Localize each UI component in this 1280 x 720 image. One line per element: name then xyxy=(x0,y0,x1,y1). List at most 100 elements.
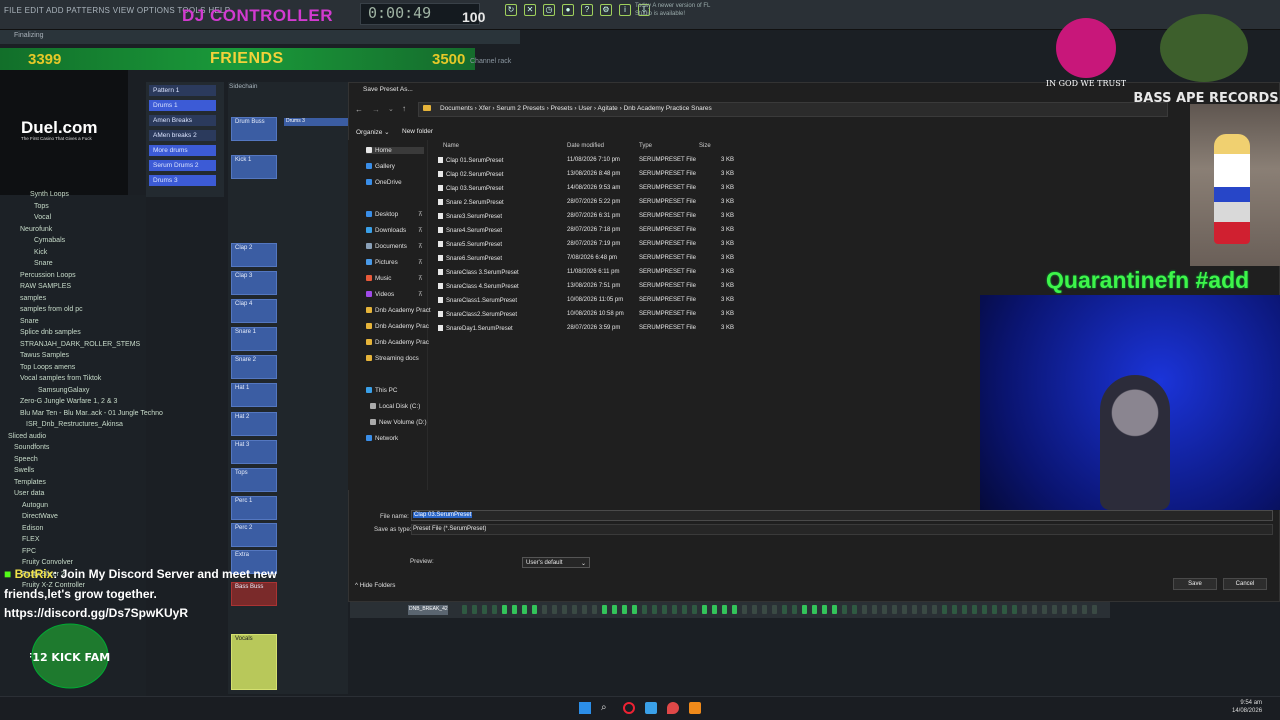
nav-item-home[interactable]: Home xyxy=(366,147,424,154)
nav-pc-item[interactable]: Network xyxy=(366,435,398,442)
step-button[interactable] xyxy=(892,605,897,614)
browser-item[interactable]: Snare xyxy=(20,318,39,325)
file-row[interactable]: Snare 2.SerumPreset 28/07/2026 5:22 pm SER… xyxy=(436,197,756,210)
nav-pinned-item[interactable]: Music ⊼ xyxy=(366,275,423,282)
pin-icon[interactable] xyxy=(667,702,679,714)
nav-pinned-item[interactable]: Dnb Academy Prac xyxy=(366,339,429,346)
step-button[interactable] xyxy=(812,605,817,614)
step-button[interactable] xyxy=(1012,605,1017,614)
step-button[interactable] xyxy=(462,605,467,614)
file-row[interactable]: SnareClass1.SerumPreset 10/08/2026 11:05 … xyxy=(436,295,756,308)
breadcrumb-item[interactable]: Xfer xyxy=(479,105,491,112)
browser-item[interactable]: Sliced audio xyxy=(8,433,46,440)
step-button[interactable] xyxy=(992,605,997,614)
browser-item[interactable]: Neurofunk xyxy=(20,226,52,233)
info-icon[interactable]: i xyxy=(619,4,631,16)
step-button[interactable] xyxy=(832,605,837,614)
step-button[interactable] xyxy=(732,605,737,614)
step-button[interactable] xyxy=(972,605,977,614)
file-row[interactable]: SnareDay1.SerumPreset 28/07/2026 3:59 pm S… xyxy=(436,323,756,336)
windows-start-icon[interactable] xyxy=(579,702,591,714)
cross-icon[interactable]: ✕ xyxy=(524,4,536,16)
nav-item-gallery[interactable]: Gallery xyxy=(366,163,395,170)
track-header[interactable]: Snare 2 xyxy=(231,355,277,379)
breadcrumb-item[interactable]: User xyxy=(578,105,592,112)
step-button[interactable] xyxy=(612,605,617,614)
browser-item[interactable]: samples from old pc xyxy=(20,306,83,313)
browser-item[interactable]: Fruity Convolver xyxy=(22,559,73,566)
browser-item[interactable]: ISR_Dnb_Restructures_Akinsa xyxy=(26,421,123,428)
step-button[interactable] xyxy=(692,605,697,614)
browser-item[interactable]: FLEX xyxy=(22,536,40,543)
song-time[interactable]: 0:00:49 xyxy=(368,4,431,22)
step-button[interactable] xyxy=(952,605,957,614)
browser-item[interactable]: Tops xyxy=(34,203,49,210)
nav-pinned-item[interactable]: Dnb Academy Prac xyxy=(366,323,429,330)
track-header[interactable]: Bass Buss xyxy=(231,582,277,606)
nav-item-onedrive[interactable]: OneDrive xyxy=(366,179,402,186)
forward-icon[interactable]: → xyxy=(372,105,380,114)
track-header[interactable]: Snare 1 xyxy=(231,327,277,351)
browser-item[interactable]: Cymabals xyxy=(34,237,65,244)
step-button[interactable] xyxy=(472,605,477,614)
browser-item[interactable]: Vocal samples from Tiktok xyxy=(20,375,101,382)
help-icon[interactable]: ? xyxy=(581,4,593,16)
mic-icon[interactable]: ● xyxy=(562,4,574,16)
cancel-button[interactable]: Cancel xyxy=(1223,578,1267,590)
step-button[interactable] xyxy=(852,605,857,614)
step-button[interactable] xyxy=(1032,605,1037,614)
step-button[interactable] xyxy=(1082,605,1087,614)
pattern-item[interactable]: More drums xyxy=(149,145,216,156)
step-button[interactable] xyxy=(982,605,987,614)
browser-item[interactable]: samples xyxy=(20,295,46,302)
track-header[interactable]: Kick 1 xyxy=(231,155,277,179)
recent-chevron-icon[interactable]: ⌄ xyxy=(388,105,394,113)
step-button[interactable] xyxy=(522,605,527,614)
step-button[interactable] xyxy=(662,605,667,614)
step-button[interactable] xyxy=(632,605,637,614)
browser-item[interactable]: RAW SAMPLES xyxy=(20,283,71,290)
step-button[interactable] xyxy=(882,605,887,614)
browser-item[interactable]: FPC xyxy=(22,548,36,555)
column-size[interactable]: Size xyxy=(699,143,711,149)
tempo-display[interactable]: 100 xyxy=(462,9,485,25)
nav-pinned-item[interactable]: Documents ⊼ xyxy=(366,243,423,250)
step-button[interactable] xyxy=(482,605,487,614)
nav-pinned-item[interactable]: Streaming docs xyxy=(366,355,419,362)
step-button[interactable] xyxy=(602,605,607,614)
column-date[interactable]: Date modified xyxy=(567,143,604,149)
track-header[interactable]: Perc 2 xyxy=(231,523,277,547)
opera-icon[interactable] xyxy=(623,702,635,714)
file-row[interactable]: Snare5.SerumPreset 28/07/2026 7:19 pm SERU… xyxy=(436,239,756,252)
step-button[interactable] xyxy=(652,605,657,614)
step-button[interactable] xyxy=(782,605,787,614)
track-header[interactable]: Hat 1 xyxy=(231,383,277,407)
step-button[interactable] xyxy=(572,605,577,614)
organize-button[interactable]: Organize ⌄ xyxy=(356,128,390,136)
nav-pinned-item[interactable]: Videos ⊼ xyxy=(366,291,423,298)
chat-message-line3[interactable]: https://discord.gg/Ds7SpwKUyR xyxy=(4,606,188,620)
browser-item[interactable]: Synth Loops xyxy=(30,191,69,198)
track-header[interactable]: Hat 3 xyxy=(231,440,277,464)
pattern-item[interactable]: Pattern 1 xyxy=(149,85,216,96)
track-header[interactable]: Perc 1 xyxy=(231,496,277,520)
refresh-icon[interactable]: ↻ xyxy=(505,4,517,16)
nav-pc-item[interactable]: Local Disk (C:) xyxy=(370,403,420,410)
browser-item[interactable]: Blu Mar Ten - Blu Mar..ack - 01 Jungle T… xyxy=(20,410,163,417)
pattern-item[interactable]: Amen Breaks xyxy=(149,115,216,126)
breadcrumb-item[interactable]: Serum 2 Presets xyxy=(496,105,544,112)
step-button[interactable] xyxy=(912,605,917,614)
browser-item[interactable]: Autogun xyxy=(22,502,48,509)
step-button[interactable] xyxy=(742,605,747,614)
step-button[interactable] xyxy=(1022,605,1027,614)
step-button[interactable] xyxy=(532,605,537,614)
tools-icon[interactable]: ⚙ xyxy=(600,4,612,16)
browser-item[interactable]: Soundfonts xyxy=(14,444,49,451)
step-button[interactable] xyxy=(672,605,677,614)
up-icon[interactable]: ↑ xyxy=(402,104,406,113)
file-row[interactable]: Snare4.SerumPreset 28/07/2026 7:18 pm SERU… xyxy=(436,225,756,238)
track-header[interactable]: Clap 4 xyxy=(231,299,277,323)
browser-item[interactable]: Kick xyxy=(34,249,47,256)
preview-select[interactable]: User's default ⌄ xyxy=(522,557,590,568)
save-type-value[interactable]: Preset File (*.SerumPreset) xyxy=(413,526,486,532)
